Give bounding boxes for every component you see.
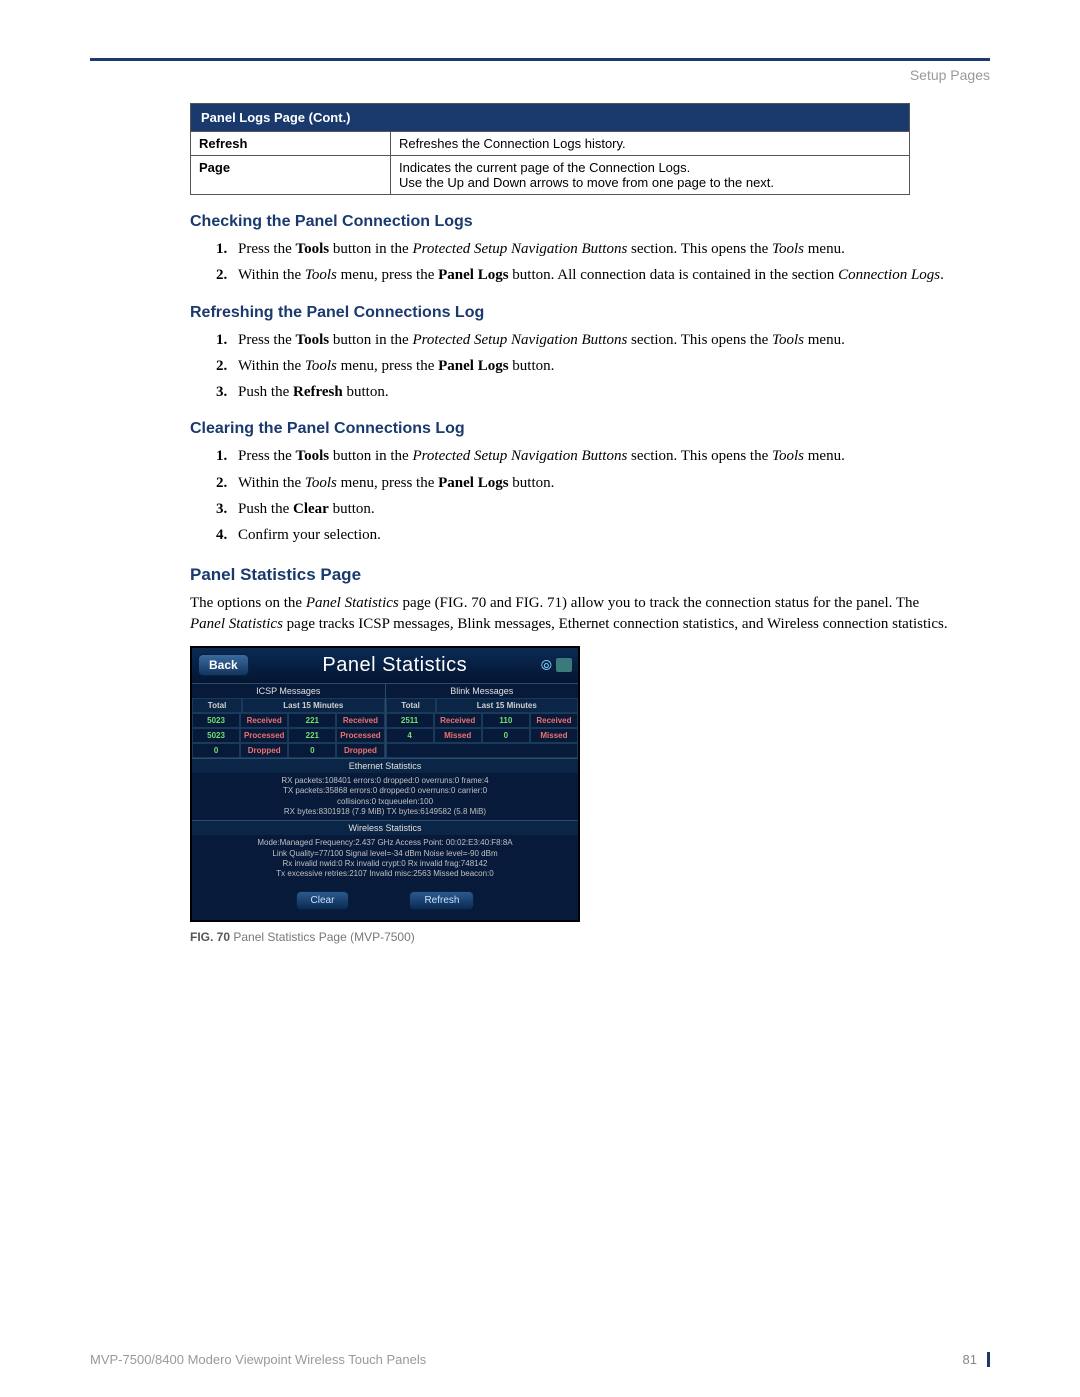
icsp-lbl: Dropped [336,743,384,758]
step-item: 3.Push the Refresh button. [216,382,990,402]
figure-caption-prefix: FIG. 70 [190,930,230,944]
icsp-val: 5023 [192,728,240,743]
step-item: 3.Push the Clear button. [216,499,990,519]
clear-button[interactable]: Clear [296,891,350,910]
icsp-lbl: Processed [240,728,288,743]
eth-line: TX packets:35868 errors:0 dropped:0 over… [198,786,572,796]
step-number: 1. [216,446,238,466]
step-number: 2. [216,265,238,285]
blink-lbl: Received [434,713,482,728]
step-text: Press the Tools button in the Protected … [238,446,990,466]
icsp-lbl: Received [240,713,288,728]
page-content: Setup Pages Panel Logs Page (Cont.) Refr… [90,58,990,944]
steps-list: 1.Press the Tools button in the Protecte… [216,239,990,286]
step-item: 4.Confirm your selection. [216,525,990,545]
section-heading: Clearing the Panel Connections Log [190,420,990,438]
steps-list: 1.Press the Tools button in the Protecte… [216,330,990,403]
plp-row-label: Refresh [191,132,391,156]
blink-val: 4 [386,728,434,743]
section-heading: Checking the Panel Connection Logs [190,213,990,231]
footer-page-number: 81 [963,1352,990,1367]
eth-line: collisions:0 txqueuelen:100 [198,797,572,807]
icsp-lbl: Received [336,713,384,728]
section-heading: Panel Statistics Page [190,565,990,585]
footer-doc-title: MVP-7500/8400 Modero Viewpoint Wireless … [90,1352,426,1367]
wifi-line: Link Quality=77/100 Signal level=-34 dBm… [198,849,572,859]
page-footer: MVP-7500/8400 Modero Viewpoint Wireless … [90,1351,990,1367]
blink-lbl: Missed [530,728,578,743]
blink-lbl: Missed [434,728,482,743]
icsp-val: 221 [288,713,336,728]
eth-stats: RX packets:108401 errors:0 dropped:0 ove… [192,773,578,821]
figure-caption: FIG. 70 Panel Statistics Page (MVP-7500) [190,930,990,944]
step-item: 2.Within the Tools menu, press the Panel… [216,473,990,493]
step-item: 2.Within the Tools menu, press the Panel… [216,356,990,376]
blink-lbl: Received [530,713,578,728]
blink-val: 110 [482,713,530,728]
icsp-val: 5023 [192,713,240,728]
blink-last15-hdr: Last 15 Minutes [436,698,578,713]
section-intro: The options on the Panel Statistics page… [190,593,950,634]
step-text: Push the Clear button. [238,499,990,519]
step-number: 2. [216,356,238,376]
header-section-label: Setup Pages [90,61,990,103]
wifi-icon: ⦾ [541,657,552,674]
step-text: Confirm your selection. [238,525,990,545]
step-number: 3. [216,382,238,402]
icsp-val: 0 [288,743,336,758]
plp-row-desc: Indicates the current page of the Connec… [391,156,910,195]
wifi-line: Rx invalid nwid:0 Rx invalid crypt:0 Rx … [198,859,572,869]
steps-list: 1.Press the Tools button in the Protecte… [216,446,990,545]
monitor-icon [556,658,572,672]
panel-statistics-screenshot: Back Panel Statistics ⦾ ICSP Messages To… [190,646,580,922]
step-text: Press the Tools button in the Protected … [238,330,990,350]
wifi-line: Mode:Managed Frequency:2.437 GHz Access … [198,838,572,848]
figure-caption-text: Panel Statistics Page (MVP-7500) [230,930,415,944]
icsp-header: ICSP Messages [192,684,385,698]
step-number: 2. [216,473,238,493]
figure-panel-statistics: Back Panel Statistics ⦾ ICSP Messages To… [190,646,580,922]
step-text: Push the Refresh button. [238,382,990,402]
eth-line: RX packets:108401 errors:0 dropped:0 ove… [198,776,572,786]
icsp-last15-hdr: Last 15 Minutes [242,698,384,713]
step-item: 2.Within the Tools menu, press the Panel… [216,265,990,285]
panel-logs-table: Panel Logs Page (Cont.) Refresh Refreshe… [190,103,910,195]
step-text: Within the Tools menu, press the Panel L… [238,265,990,285]
step-item: 1.Press the Tools button in the Protecte… [216,239,990,259]
section-heading: Refreshing the Panel Connections Log [190,304,990,322]
plp-row-desc: Refreshes the Connection Logs history. [391,132,910,156]
back-button[interactable]: Back [198,654,249,676]
icsp-total-hdr: Total [192,698,242,713]
wifi-stats: Mode:Managed Frequency:2.437 GHz Access … [192,835,578,883]
step-text: Within the Tools menu, press the Panel L… [238,473,990,493]
step-number: 4. [216,525,238,545]
blink-val: 2511 [386,713,434,728]
panel-logs-table-title: Panel Logs Page (Cont.) [191,104,910,132]
step-item: 1.Press the Tools button in the Protecte… [216,330,990,350]
eth-line: RX bytes:8301918 (7.9 MiB) TX bytes:6149… [198,807,572,817]
step-text: Press the Tools button in the Protected … [238,239,990,259]
step-text: Within the Tools menu, press the Panel L… [238,356,990,376]
icsp-val: 221 [288,728,336,743]
blink-header: Blink Messages [386,684,579,698]
step-item: 1.Press the Tools button in the Protecte… [216,446,990,466]
refresh-button[interactable]: Refresh [409,891,474,910]
plp-row-label: Page [191,156,391,195]
icsp-lbl: Dropped [240,743,288,758]
icsp-lbl: Processed [336,728,384,743]
panel-title: Panel Statistics [249,654,541,677]
blink-total-hdr: Total [386,698,436,713]
step-number: 1. [216,239,238,259]
wifi-header: Wireless Statistics [192,820,578,835]
icsp-val: 0 [192,743,240,758]
step-number: 3. [216,499,238,519]
wifi-line: Tx excessive retries:2107 Invalid misc:2… [198,869,572,879]
eth-header: Ethernet Statistics [192,758,578,773]
blink-val: 0 [482,728,530,743]
step-number: 1. [216,330,238,350]
